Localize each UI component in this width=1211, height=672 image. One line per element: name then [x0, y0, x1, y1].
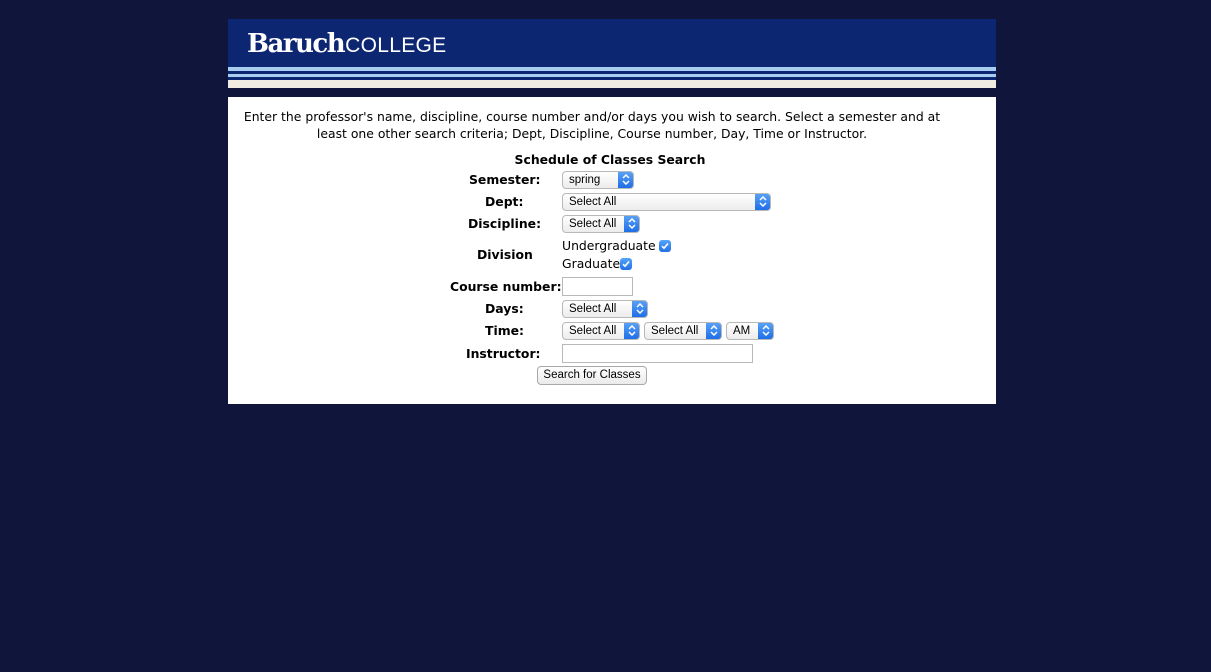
days-select[interactable]: Select All	[562, 300, 648, 318]
select-arrows-icon	[758, 323, 773, 339]
select-arrows-icon	[632, 301, 647, 317]
select-arrows-icon	[624, 216, 639, 232]
search-panel: Enter the professor's name, discipline, …	[228, 97, 996, 404]
form-title: Schedule of Classes Search	[514, 152, 706, 167]
dept-value: Select All	[569, 196, 617, 208]
logo-primary: Baruch	[247, 29, 346, 59]
header-stripe	[228, 67, 996, 71]
days-label: Days:	[485, 301, 524, 316]
semester-label: Semester:	[469, 172, 541, 187]
semester-value: spring	[569, 174, 601, 186]
semester-select[interactable]: spring	[562, 171, 634, 189]
time-ampm-value: AM	[733, 325, 751, 337]
time-minute-select[interactable]: Select All	[644, 322, 722, 340]
page-container: BaruchCOLLEGE Enter the professor's name…	[228, 19, 996, 404]
dept-select[interactable]: Select All	[562, 193, 771, 211]
select-arrows-icon	[755, 194, 770, 210]
discipline-label: Discipline:	[468, 216, 542, 231]
instructor-input[interactable]	[562, 344, 753, 363]
select-arrows-icon	[706, 323, 721, 339]
time-minute-value: Select All	[651, 325, 699, 337]
discipline-select[interactable]: Select All	[562, 215, 640, 233]
search-for-classes-button[interactable]: Search for Classes	[537, 366, 647, 385]
baruch-college-logo[interactable]: BaruchCOLLEGE	[247, 29, 446, 59]
course-number-input[interactable]	[562, 277, 633, 296]
dept-label: Dept:	[485, 194, 524, 209]
checkmark-icon	[622, 260, 630, 268]
time-label: Time:	[485, 323, 524, 338]
undergraduate-label: Undergraduate	[562, 238, 656, 253]
logo-secondary: COLLEGE	[345, 34, 447, 57]
course-number-label: Course number:	[450, 279, 562, 294]
graduate-label: Graduate	[562, 256, 621, 271]
division-label: Division	[477, 247, 533, 262]
discipline-value: Select All	[569, 218, 617, 230]
time-hour-select[interactable]: Select All	[562, 322, 640, 340]
select-arrows-icon	[618, 172, 633, 188]
select-arrows-icon	[624, 323, 639, 339]
days-value: Select All	[569, 303, 617, 315]
header-stripe	[228, 74, 996, 77]
header-stripe	[228, 80, 996, 88]
header-banner: BaruchCOLLEGE	[228, 19, 996, 88]
instructor-label: Instructor:	[466, 346, 541, 361]
undergraduate-checkbox[interactable]	[659, 240, 671, 252]
time-ampm-select[interactable]: AM	[726, 322, 774, 340]
checkmark-icon	[661, 242, 669, 250]
graduate-checkbox[interactable]	[620, 258, 632, 270]
intro-text: Enter the professor's name, discipline, …	[243, 109, 941, 141]
time-hour-value: Select All	[569, 325, 617, 337]
